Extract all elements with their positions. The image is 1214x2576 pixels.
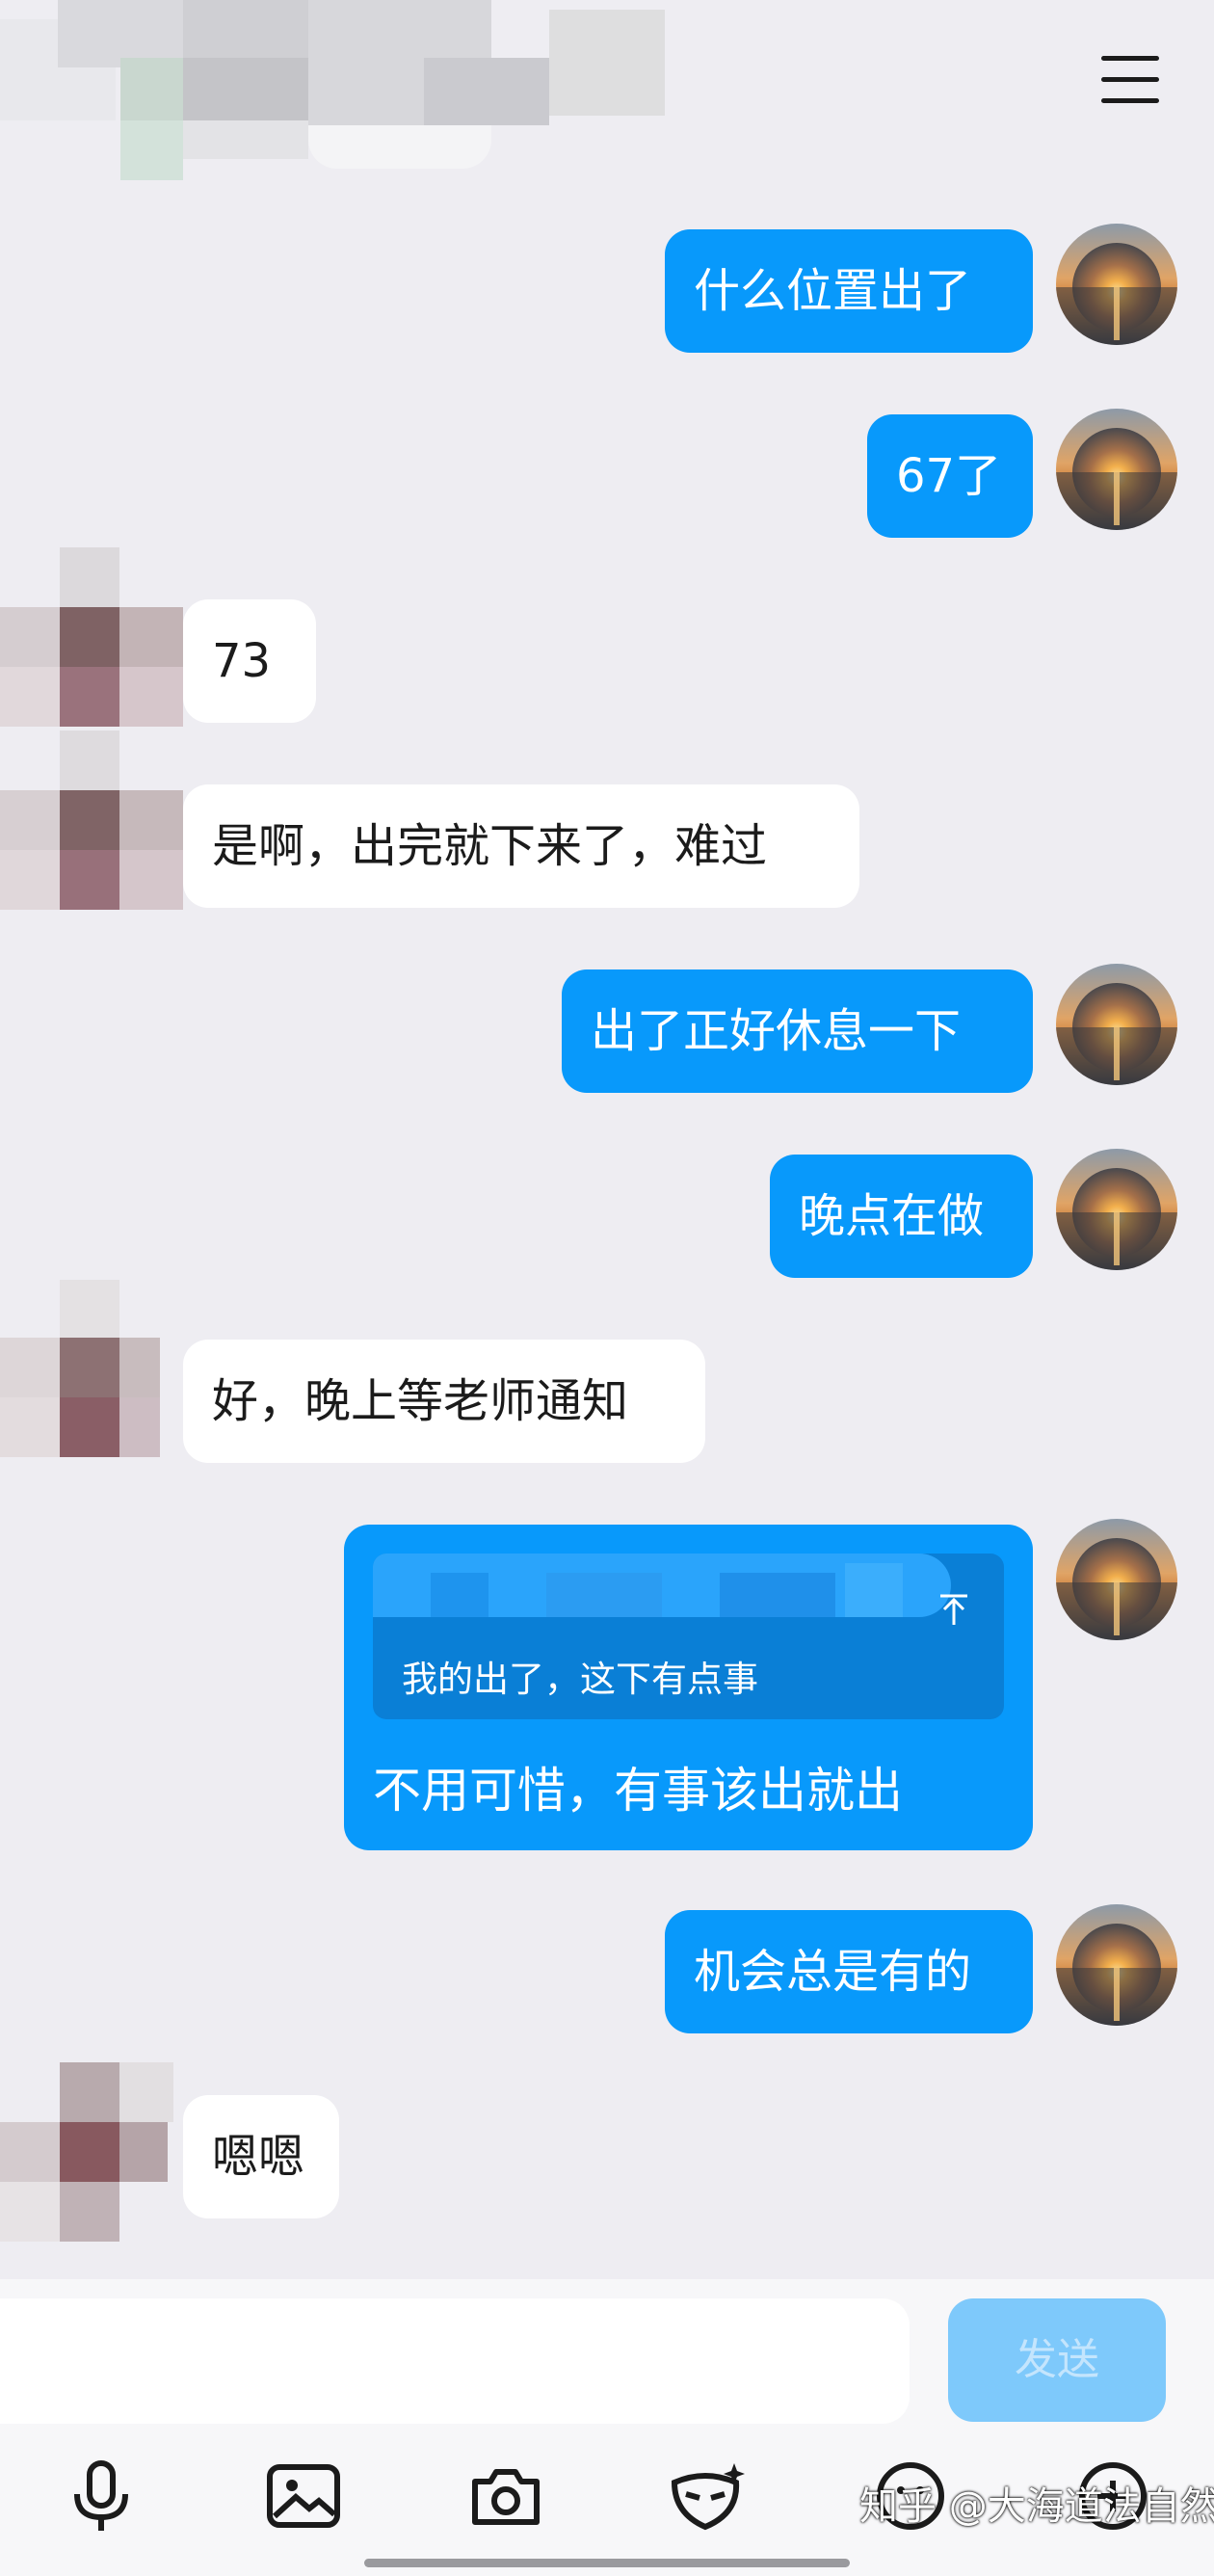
message-bubble-outgoing[interactable]: 机会总是有的 <box>665 1910 1033 2033</box>
message-bubble-incoming[interactable]: 嗯嗯 <box>183 2095 339 2218</box>
my-avatar[interactable] <box>1056 1904 1177 2026</box>
jump-to-message-icon[interactable] <box>935 1590 973 1629</box>
watermark: 知乎 @大海道法自然 <box>859 2484 1214 2529</box>
menu-icon-line <box>1101 77 1159 82</box>
chat-header <box>0 0 1214 202</box>
message-bubble-incoming[interactable]: 73 <box>183 599 316 723</box>
my-avatar[interactable] <box>1056 409 1177 530</box>
contact-avatar-blurred[interactable] <box>0 1280 183 1463</box>
quoted-message-text: 我的出了，这下有点事 <box>402 1659 758 1700</box>
my-avatar[interactable] <box>1056 1519 1177 1640</box>
menu-icon <box>1101 56 1159 61</box>
contact-avatar-blurred[interactable] <box>0 547 183 730</box>
blurred-quote-author <box>373 1554 970 1617</box>
message-bubble-outgoing-quoted[interactable]: 我的出了，这下有点事 不用可惜，有事该出就出 <box>344 1525 1033 1850</box>
my-avatar[interactable] <box>1056 964 1177 1085</box>
message-bubble-incoming[interactable]: 是啊，出完就下来了，难过 <box>183 784 859 908</box>
message-composer: 发送 <box>0 2279 1214 2576</box>
camera-icon[interactable] <box>462 2453 549 2539</box>
home-indicator[interactable] <box>364 2559 850 2567</box>
image-icon[interactable] <box>260 2453 347 2539</box>
message-bubble-outgoing[interactable]: 67了 <box>867 414 1033 538</box>
my-avatar[interactable] <box>1056 224 1177 345</box>
my-avatar[interactable] <box>1056 1149 1177 1270</box>
message-bubble-incoming[interactable]: 好，晚上等老师通知 <box>183 1340 705 1463</box>
send-button[interactable]: 发送 <box>948 2298 1166 2422</box>
reply-message-text: 不用可惜，有事该出就出 <box>373 1763 903 1819</box>
menu-button[interactable] <box>1096 56 1164 110</box>
microphone-icon[interactable] <box>58 2453 145 2539</box>
message-input[interactable] <box>0 2298 910 2424</box>
quoted-message[interactable]: 我的出了，这下有点事 <box>373 1554 1004 1719</box>
menu-icon-line <box>1101 98 1159 103</box>
contact-avatar-blurred[interactable] <box>0 2062 183 2245</box>
contact-avatar-blurred[interactable] <box>0 730 183 914</box>
blurred-contact-name <box>0 0 674 183</box>
message-bubble-outgoing[interactable]: 什么位置出了 <box>665 229 1033 353</box>
mask-icon[interactable] <box>665 2453 752 2539</box>
message-bubble-outgoing[interactable]: 出了正好休息一下 <box>562 969 1033 1093</box>
message-bubble-outgoing[interactable]: 晚点在做 <box>770 1155 1033 1278</box>
